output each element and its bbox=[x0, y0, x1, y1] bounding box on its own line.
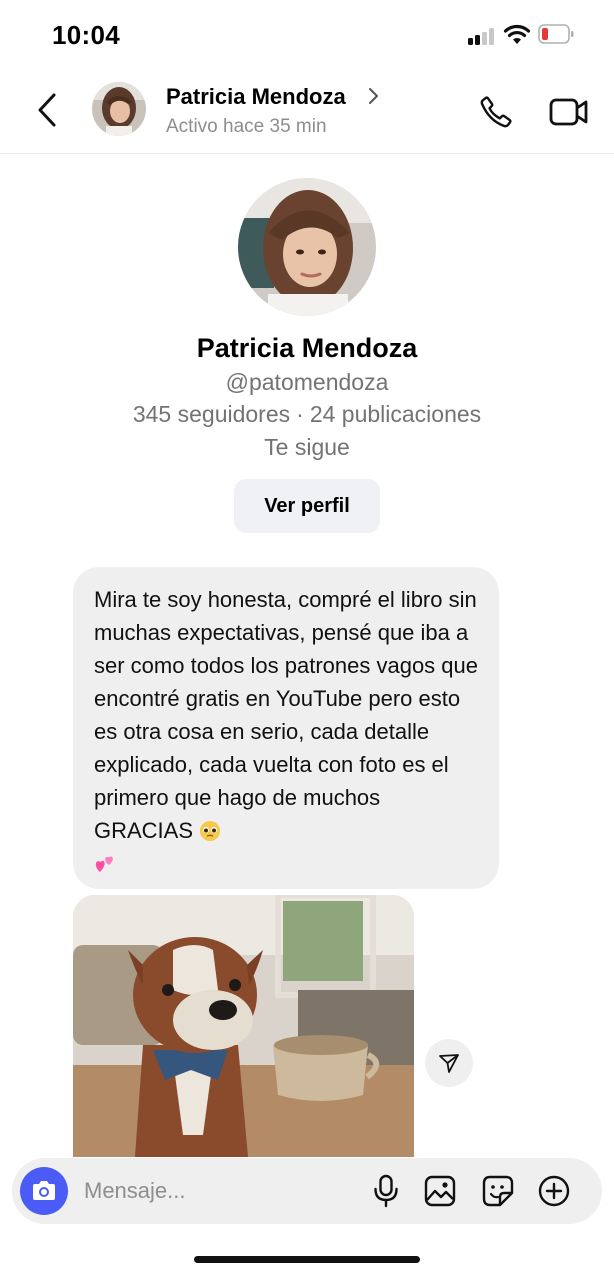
camera-icon bbox=[33, 1181, 55, 1200]
sticker-icon bbox=[482, 1175, 514, 1207]
profile-photo[interactable] bbox=[238, 178, 376, 316]
sticker-button[interactable] bbox=[480, 1173, 516, 1209]
avatar[interactable] bbox=[92, 82, 146, 136]
image-gallery-icon bbox=[424, 1175, 456, 1207]
pleading-face-emoji-icon bbox=[200, 821, 221, 841]
microphone-button[interactable] bbox=[368, 1173, 404, 1209]
posts-count: 24 publicaciones bbox=[309, 401, 482, 427]
message-bubble[interactable]: Mira te soy honesta, compré el libro sin… bbox=[73, 567, 499, 889]
cellular-signal-icon bbox=[468, 27, 496, 45]
gallery-button[interactable] bbox=[422, 1173, 458, 1209]
chat-header: Patricia Mendoza Activo hace 35 min bbox=[0, 70, 614, 154]
battery-low-icon bbox=[538, 24, 574, 44]
follows-you-label: Te sigue bbox=[264, 434, 350, 460]
view-profile-button[interactable]: Ver perfil bbox=[234, 479, 380, 533]
profile-photo-image bbox=[92, 82, 146, 136]
voice-call-button[interactable] bbox=[474, 90, 518, 134]
video-camera-icon bbox=[549, 98, 588, 126]
video-call-button[interactable] bbox=[546, 90, 592, 134]
contact-name[interactable]: Patricia Mendoza bbox=[166, 84, 346, 110]
stats-separator: · bbox=[296, 401, 304, 427]
plus-circle-icon bbox=[538, 1175, 570, 1207]
status-bar: 10:04 bbox=[0, 0, 614, 70]
message-text: Mira te soy honesta, compré el libro sin… bbox=[94, 587, 479, 843]
message-input[interactable] bbox=[84, 1170, 354, 1212]
chevron-left-icon bbox=[38, 93, 56, 127]
share-button[interactable] bbox=[425, 1039, 473, 1087]
chevron-right-icon bbox=[369, 88, 378, 104]
home-indicator bbox=[194, 1256, 420, 1263]
message-composer bbox=[12, 1158, 602, 1224]
photo-message[interactable] bbox=[73, 895, 414, 1157]
profile-name: Patricia Mendoza bbox=[196, 333, 418, 363]
microphone-icon bbox=[374, 1174, 398, 1208]
two-hearts-emoji-icon bbox=[95, 856, 113, 872]
profile-handle: @patomendoza bbox=[225, 369, 389, 395]
send-icon bbox=[439, 1054, 459, 1073]
phone-icon bbox=[480, 96, 512, 128]
profile-stats: 345 seguidores · 24 publicaciones bbox=[0, 401, 614, 428]
more-options-button[interactable] bbox=[536, 1173, 572, 1209]
activity-status: Activo hace 35 min bbox=[166, 116, 327, 137]
status-time: 10:04 bbox=[52, 20, 120, 50]
back-button[interactable] bbox=[30, 90, 64, 130]
followers-count: 345 seguidores bbox=[132, 401, 291, 427]
crochet-dog-photo-image bbox=[73, 895, 414, 1157]
profile-photo-image bbox=[238, 178, 376, 316]
camera-button[interactable] bbox=[20, 1167, 68, 1215]
wifi-icon bbox=[503, 24, 531, 44]
